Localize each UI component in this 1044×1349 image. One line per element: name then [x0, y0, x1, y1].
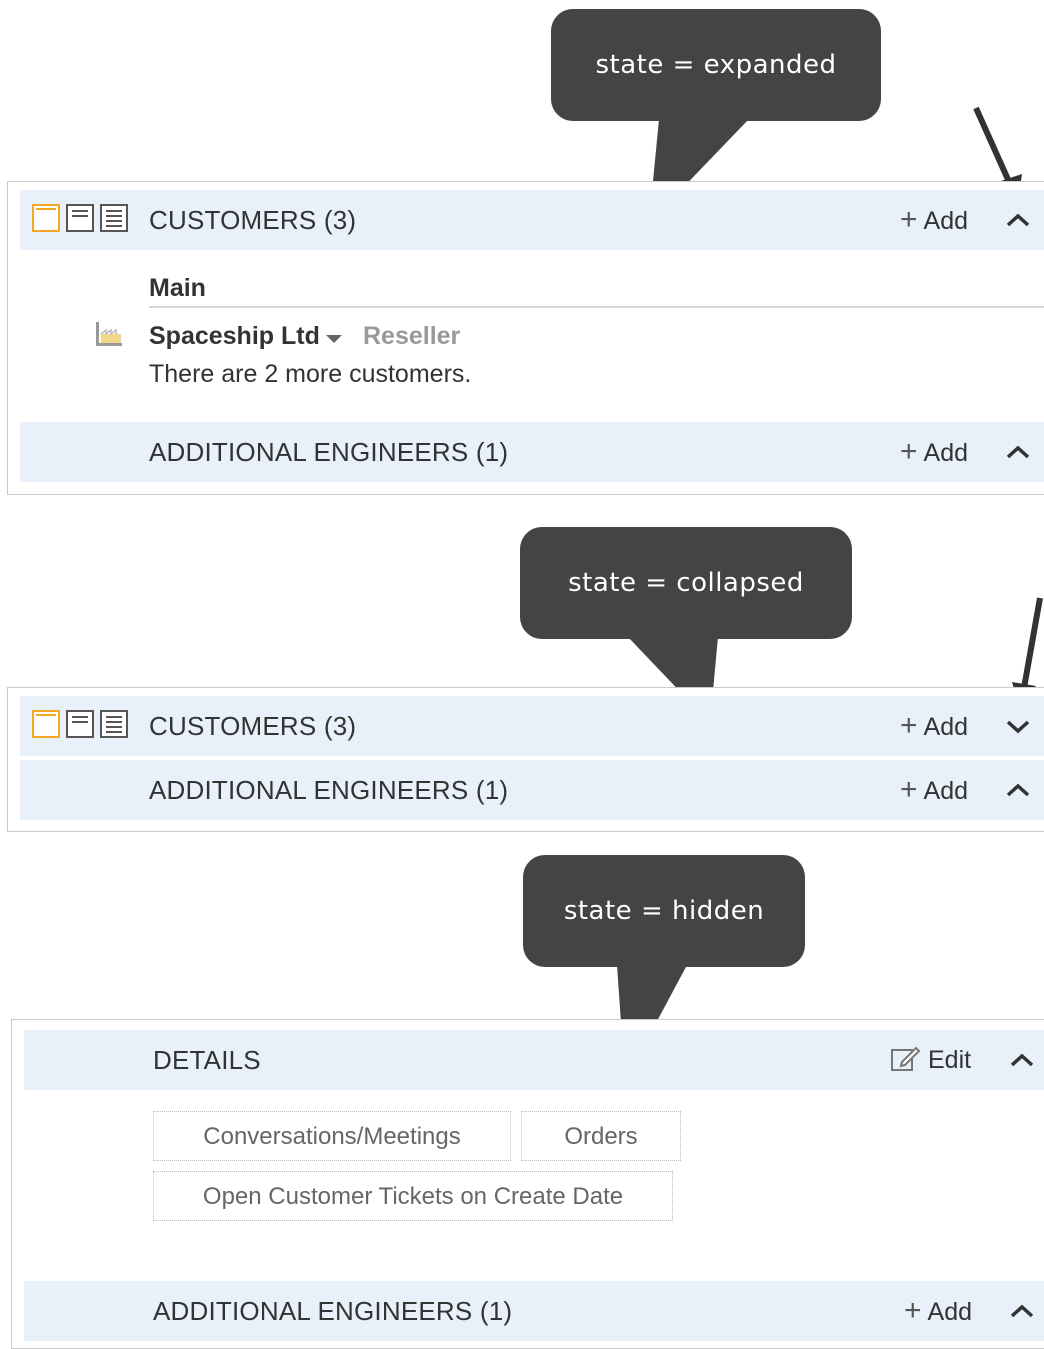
customers-section-header: CUSTOMERS (3) + Add [20, 190, 1044, 250]
customers-section-header: CUSTOMERS (3) + Add [20, 696, 1044, 756]
callout-text: state = expanded [551, 9, 881, 121]
layout-list-icon[interactable] [100, 204, 128, 232]
edit-label: Edit [928, 1046, 972, 1074]
chevron-up-icon[interactable] [1004, 778, 1032, 802]
details-section-header: DETAILS Edit [24, 1030, 1044, 1090]
callout-text: state = hidden [523, 855, 805, 967]
add-button[interactable]: + Add [900, 696, 968, 756]
chevron-up-icon[interactable] [1004, 208, 1032, 232]
add-button[interactable]: + Add [900, 422, 968, 482]
factory-icon [96, 322, 122, 346]
add-button[interactable]: + Add [904, 1281, 972, 1341]
engineers-section-header: ADDITIONAL ENGINEERS (1) + Add [24, 1281, 1044, 1341]
add-label: Add [923, 439, 969, 467]
customer-role: Reseller [363, 322, 461, 350]
layout-list-icon[interactable] [100, 710, 128, 738]
chevron-down-icon[interactable] [1004, 714, 1032, 738]
engineers-section-header: ADDITIONAL ENGINEERS (1) + Add [20, 422, 1044, 482]
callout-tail [628, 637, 718, 723]
plus-icon: + [900, 709, 918, 742]
layout-single-icon[interactable] [32, 710, 60, 738]
panel-collapsed: CUSTOMERS (3) + Add ADDITIONAL ENGINEERS … [7, 687, 1044, 832]
subsection-label: Main [149, 274, 206, 302]
more-customers-text: There are 2 more customers. [149, 360, 472, 388]
section-title: ADDITIONAL ENGINEERS (1) [153, 1296, 513, 1326]
add-label: Add [923, 777, 969, 805]
callout-text: state = collapsed [520, 527, 852, 639]
section-title: CUSTOMERS (3) [149, 711, 357, 741]
plus-icon: + [904, 1294, 922, 1327]
plus-icon: + [900, 435, 918, 468]
customer-name-link[interactable]: Spaceship Ltd [149, 322, 320, 351]
engineers-section-header: ADDITIONAL ENGINEERS (1) + Add [20, 760, 1044, 820]
section-title: ADDITIONAL ENGINEERS (1) [149, 775, 509, 805]
tab-conversations-meetings[interactable]: Conversations/Meetings [153, 1111, 511, 1161]
callout-tail [649, 119, 749, 223]
chevron-up-icon[interactable] [1008, 1299, 1036, 1323]
add-button[interactable]: + Add [900, 190, 968, 250]
add-label: Add [923, 207, 969, 235]
tab-open-customer-tickets[interactable]: Open Customer Tickets on Create Date [153, 1171, 673, 1221]
layout-double-icon[interactable] [66, 204, 94, 232]
layout-double-icon[interactable] [66, 710, 94, 738]
divider [149, 306, 1044, 308]
chevron-up-icon[interactable] [1004, 440, 1032, 464]
chevron-up-icon[interactable] [1008, 1048, 1036, 1072]
plus-icon: + [900, 773, 918, 806]
add-button[interactable]: + Add [900, 760, 968, 820]
add-label: Add [927, 1298, 973, 1326]
panel-hidden: DETAILS Edit Conversations/Meetings Orde… [11, 1019, 1044, 1349]
panel-expanded: CUSTOMERS (3) + Add Main Spaceship Ltd Re… [7, 181, 1044, 495]
plus-icon: + [900, 203, 918, 236]
edit-icon [891, 1046, 921, 1072]
layout-single-icon[interactable] [32, 204, 60, 232]
edit-button[interactable]: Edit [890, 1030, 971, 1090]
callout-tail [617, 965, 687, 1081]
section-title: ADDITIONAL ENGINEERS (1) [149, 437, 509, 467]
tab-orders[interactable]: Orders [521, 1111, 681, 1161]
section-title: DETAILS [153, 1045, 261, 1075]
dropdown-caret-icon[interactable] [324, 333, 344, 345]
add-label: Add [923, 713, 969, 741]
section-title: CUSTOMERS (3) [149, 205, 357, 235]
